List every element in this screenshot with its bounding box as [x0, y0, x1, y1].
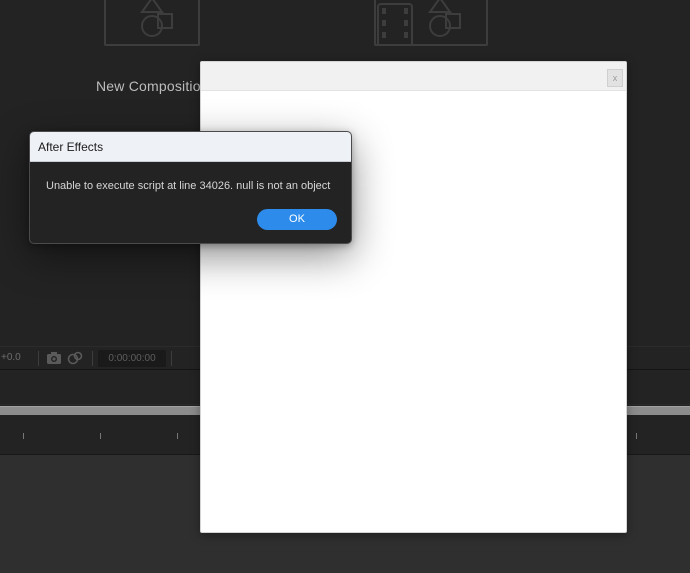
ruler-tick: [100, 433, 101, 439]
script-panel-titlebar[interactable]: x: [201, 62, 626, 91]
new-composition-tile[interactable]: [104, 0, 200, 46]
camera-icon[interactable]: [46, 351, 62, 370]
alert-message: Unable to execute script at line 34026. …: [46, 180, 331, 192]
new-composition-label[interactable]: New Compositio: [96, 78, 201, 94]
ruler-tick: [23, 433, 24, 439]
toolbar-divider: [38, 351, 39, 366]
film-strip-shapes-icon: [377, 0, 461, 46]
toolbar-divider: [171, 351, 172, 366]
composition-shapes-icon: [140, 0, 173, 37]
exposure-value[interactable]: +0.0: [1, 352, 21, 363]
current-time-display[interactable]: 0:00:00:00: [98, 350, 166, 367]
show-snapshot-icon[interactable]: [67, 351, 83, 370]
error-alert-dialog: After Effects Unable to execute script a…: [29, 131, 352, 244]
toolbar-divider: [92, 351, 93, 366]
ruler-tick: [636, 433, 637, 439]
panel-close-icon[interactable]: x: [607, 69, 623, 87]
alert-titlebar[interactable]: After Effects: [30, 132, 351, 162]
new-composition-from-footage-tile[interactable]: [374, 0, 488, 46]
ruler-tick: [177, 433, 178, 439]
ok-button[interactable]: OK: [257, 209, 337, 230]
